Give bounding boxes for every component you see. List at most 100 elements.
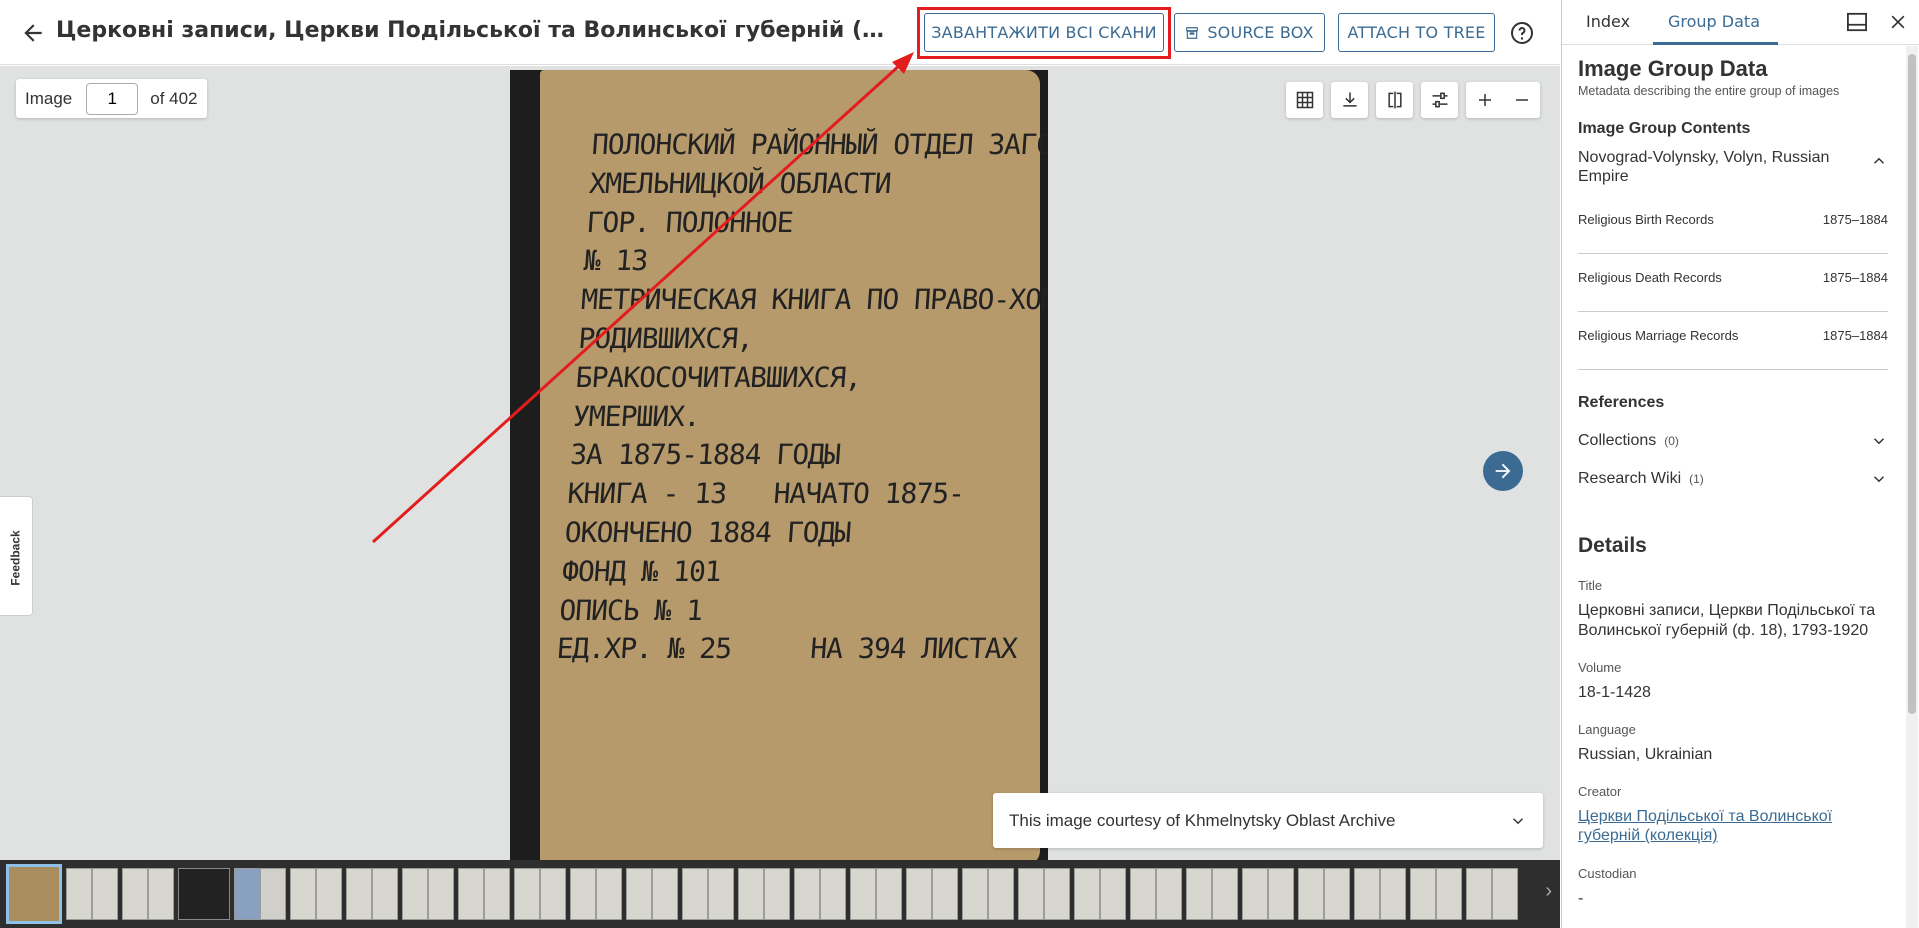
scan-text-line: Полонский районный отдел ЗАГС bbox=[590, 128, 1048, 161]
thumbnail[interactable] bbox=[626, 868, 678, 920]
scan-handwriting: Полонский районный отдел ЗАГС Хмельницкой… bbox=[555, 128, 1048, 673]
place-accordion[interactable]: Novograd-Volynsky, Volyn, Russian Empire bbox=[1578, 148, 1888, 186]
sidebar: Index Group Data Image Group Data Metada… bbox=[1561, 0, 1919, 928]
volume-label: Volume bbox=[1578, 659, 1622, 675]
viewer-toolbar bbox=[1286, 82, 1540, 118]
language-label: Language bbox=[1578, 721, 1636, 737]
download-all-scans-button[interactable]: ЗАВАНТАЖИТИ ВСІ СКАНИ bbox=[924, 13, 1164, 52]
record-years: 1875–1884 bbox=[1822, 328, 1888, 344]
download-all-label: ЗАВАНТАЖИТИ ВСІ СКАНИ bbox=[931, 23, 1157, 42]
zoom-out-icon bbox=[1515, 99, 1528, 101]
header: Церковні записи, Церкви Подільської та В… bbox=[0, 0, 1560, 65]
image-total: of 402 bbox=[150, 88, 198, 108]
thumbnail[interactable] bbox=[1242, 868, 1294, 920]
thumbnail[interactable] bbox=[178, 868, 230, 920]
creator-label: Creator bbox=[1578, 784, 1622, 800]
feedback-tab[interactable]: Feedback bbox=[0, 496, 33, 616]
zoom-in-icon bbox=[1478, 94, 1491, 106]
thumbnail[interactable] bbox=[962, 868, 1014, 920]
creator-link[interactable]: Церкви Подільської та Волинської губерні… bbox=[1578, 808, 1832, 844]
scan-text-line: за 1875-1884 годы bbox=[569, 438, 842, 472]
thumbnail[interactable] bbox=[66, 868, 118, 920]
thumbnail[interactable] bbox=[290, 868, 342, 920]
scrollbar-thumb[interactable] bbox=[1908, 54, 1916, 714]
grid-view-button[interactable] bbox=[1286, 82, 1323, 118]
thumbnail[interactable] bbox=[1130, 868, 1182, 920]
thumbnail[interactable] bbox=[458, 868, 510, 920]
scan-text-line: № 13 bbox=[582, 244, 649, 278]
reference-count: (0) bbox=[1664, 434, 1679, 449]
panel-icon[interactable] bbox=[1846, 12, 1868, 32]
chevron-up-icon[interactable] bbox=[1870, 152, 1888, 170]
thumbnail[interactable] bbox=[738, 868, 790, 920]
thumbnail[interactable] bbox=[402, 868, 454, 920]
compare-icon bbox=[1387, 91, 1402, 109]
download-icon bbox=[1342, 92, 1357, 107]
download-button[interactable] bbox=[1331, 82, 1368, 118]
courtesy-banner[interactable]: This image courtesy of Khmelnytsky Oblas… bbox=[993, 793, 1543, 848]
references-list: Collections (0) Research Wiki (1) bbox=[1578, 432, 1888, 488]
scan-text-line: Фонд № 101 bbox=[560, 554, 722, 588]
image-viewer: Полонский районный отдел ЗАГС Хмельницкой… bbox=[0, 66, 1560, 865]
active-tab-indicator bbox=[1653, 42, 1778, 45]
thumbnail[interactable] bbox=[1298, 868, 1350, 920]
thumbnail[interactable] bbox=[6, 864, 62, 924]
zoom-out-button[interactable] bbox=[1503, 82, 1540, 118]
tab-group-data[interactable]: Group Data bbox=[1668, 12, 1760, 31]
reference-row[interactable]: Research Wiki (1) bbox=[1578, 470, 1888, 488]
thumbnail[interactable] bbox=[1074, 868, 1126, 920]
thumbnail[interactable] bbox=[346, 868, 398, 920]
compare-button[interactable] bbox=[1376, 82, 1413, 118]
tab-index[interactable]: Index bbox=[1586, 12, 1630, 31]
scan-text-line: Окончено 1884 годы bbox=[563, 515, 852, 549]
zoom-in-button[interactable] bbox=[1466, 82, 1503, 118]
image-counter: Image of 402 bbox=[16, 79, 207, 118]
chevron-right-icon[interactable]: › bbox=[1545, 880, 1552, 903]
thumbnail[interactable] bbox=[1354, 868, 1406, 920]
thumbnail[interactable] bbox=[1186, 868, 1238, 920]
grid-icon bbox=[1296, 91, 1313, 109]
reference-label: Research Wiki bbox=[1578, 470, 1682, 488]
thumbnail[interactable] bbox=[234, 868, 286, 920]
feedback-label: Feedback bbox=[9, 530, 24, 586]
source-box-button[interactable]: SOURCE BOX bbox=[1174, 13, 1325, 52]
sidebar-tabs: Index Group Data bbox=[1562, 0, 1919, 45]
image-number-input[interactable] bbox=[86, 82, 139, 115]
chevron-down-icon[interactable] bbox=[1870, 470, 1888, 488]
chevron-down-icon[interactable] bbox=[1870, 432, 1888, 450]
record-name: Religious Marriage Records bbox=[1578, 328, 1739, 344]
courtesy-text: This image courtesy of Khmelnytsky Oblas… bbox=[1009, 810, 1396, 830]
thumbnail[interactable] bbox=[850, 868, 902, 920]
chevron-down-icon[interactable] bbox=[1509, 812, 1527, 830]
scan-text-line: Бракосочитавшихся, bbox=[574, 360, 863, 394]
reference-item: Research Wiki (1) bbox=[1578, 470, 1704, 488]
attach-to-tree-button[interactable]: ATTACH TO TREE bbox=[1338, 13, 1495, 52]
thumbnail[interactable] bbox=[1466, 868, 1518, 920]
thumbnail[interactable] bbox=[570, 868, 622, 920]
thumbnail-filmstrip: › bbox=[0, 860, 1560, 928]
thumbnail[interactable] bbox=[906, 868, 958, 920]
record-row: Religious Marriage Records 1875–1884 bbox=[1578, 318, 1888, 371]
scan-text-line: Метрическая книга по Право-Хоморное bbox=[579, 283, 1048, 317]
sidebar-scrollbar[interactable] bbox=[1906, 46, 1918, 928]
arrow-right-icon bbox=[1495, 463, 1511, 479]
record-scan-image[interactable]: Полонский районный отдел ЗАГС Хмельницкой… bbox=[510, 70, 1048, 865]
thumbnail[interactable] bbox=[1018, 868, 1070, 920]
next-image-button[interactable] bbox=[1483, 451, 1523, 491]
thumbnail[interactable] bbox=[122, 868, 174, 920]
scan-text-line: Хмельницкой области bbox=[588, 166, 892, 200]
thumbnail[interactable] bbox=[794, 868, 846, 920]
thumbnail[interactable] bbox=[1410, 868, 1462, 920]
reference-row[interactable]: Collections (0) bbox=[1578, 432, 1888, 450]
thumbnail[interactable] bbox=[682, 868, 734, 920]
scan-text-line: Родившихся, bbox=[577, 321, 755, 355]
reference-count: (1) bbox=[1689, 472, 1704, 487]
thumbnail[interactable] bbox=[514, 868, 566, 920]
help-circle-icon[interactable] bbox=[1510, 21, 1534, 45]
close-icon[interactable] bbox=[1888, 12, 1908, 32]
arrow-left-icon[interactable] bbox=[20, 20, 46, 46]
adjust-button[interactable] bbox=[1421, 82, 1458, 118]
adjust-icon bbox=[1432, 92, 1447, 108]
place-name: Novograd-Volynsky, Volyn, Russian Empire bbox=[1578, 149, 1830, 186]
scan-text-line: гор. Полонное bbox=[585, 205, 794, 239]
